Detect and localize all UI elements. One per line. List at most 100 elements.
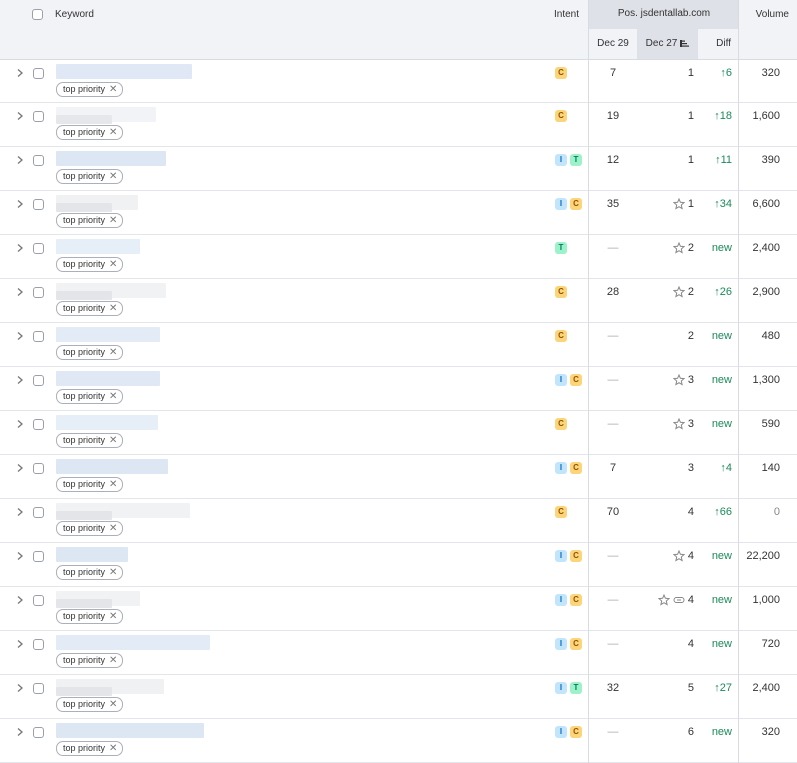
row-checkbox[interactable]	[33, 155, 44, 166]
keyword-redacted[interactable]	[56, 599, 112, 608]
expand-chevron-icon[interactable]	[16, 419, 24, 429]
intent-badge-i: I	[555, 374, 567, 386]
column-volume[interactable]: Volume	[739, 9, 789, 20]
position-dec27: 6	[687, 726, 694, 738]
expand-chevron-icon[interactable]	[16, 331, 24, 341]
remove-tag-icon[interactable]: ✕	[109, 742, 117, 755]
row-checkbox[interactable]	[33, 683, 44, 694]
table-row: top priority ✕ C 19 1 ↑18 1,600	[0, 103, 797, 147]
intent-badge-c: C	[555, 506, 567, 518]
table-row: top priority ✕ C 7 1 ↑6 320	[0, 60, 797, 103]
keyword-redacted[interactable]	[56, 511, 112, 520]
intent-badge-c: C	[570, 638, 582, 650]
column-dec29[interactable]: Dec 29	[589, 29, 637, 59]
expand-chevron-icon[interactable]	[16, 507, 24, 517]
row-checkbox[interactable]	[33, 463, 44, 474]
remove-tag-icon[interactable]: ✕	[109, 346, 117, 359]
row-checkbox[interactable]	[33, 375, 44, 386]
row-checkbox[interactable]	[33, 595, 44, 606]
remove-tag-icon[interactable]: ✕	[109, 434, 117, 447]
expand-chevron-icon[interactable]	[16, 551, 24, 561]
intent-badges: IC	[555, 638, 582, 650]
expand-chevron-icon[interactable]	[16, 727, 24, 737]
position-dec29: 70	[606, 506, 620, 518]
row-checkbox[interactable]	[33, 507, 44, 518]
row-checkbox[interactable]	[33, 727, 44, 738]
position-dec27: 5	[687, 682, 694, 694]
expand-chevron-icon[interactable]	[16, 243, 24, 253]
row-checkbox[interactable]	[33, 68, 44, 79]
row-checkbox[interactable]	[33, 287, 44, 298]
position-diff: ↑4	[720, 462, 732, 474]
search-volume: 1,000	[752, 594, 780, 606]
column-intent[interactable]: Intent	[554, 9, 579, 20]
keyword-redacted[interactable]	[56, 415, 158, 430]
keyword-redacted[interactable]	[56, 151, 166, 166]
keyword-redacted[interactable]	[56, 459, 168, 474]
tag-chip: top priority ✕	[56, 653, 124, 668]
select-all-checkbox[interactable]	[32, 9, 43, 20]
position-diff: ↑27	[714, 682, 732, 694]
keyword-redacted[interactable]	[56, 635, 210, 650]
column-divider	[738, 0, 739, 763]
row-checkbox[interactable]	[33, 419, 44, 430]
remove-tag-icon[interactable]: ✕	[109, 258, 117, 271]
table-row: top priority ✕ C 70 4 ↑66 0	[0, 499, 797, 543]
intent-badge-c: C	[570, 594, 582, 606]
keyword-redacted[interactable]	[56, 723, 204, 738]
remove-tag-icon[interactable]: ✕	[109, 126, 117, 139]
expand-chevron-icon[interactable]	[16, 463, 24, 473]
table-row: top priority ✕ C 28 2 ↑26 2,900	[0, 279, 797, 323]
expand-chevron-icon[interactable]	[16, 595, 24, 605]
intent-badge-t: T	[570, 682, 582, 694]
row-checkbox[interactable]	[33, 639, 44, 650]
keyword-redacted[interactable]	[56, 203, 112, 212]
remove-tag-icon[interactable]: ✕	[109, 654, 117, 667]
expand-chevron-icon[interactable]	[16, 375, 24, 385]
row-checkbox[interactable]	[33, 243, 44, 254]
remove-tag-icon[interactable]: ✕	[109, 214, 117, 227]
keyword-redacted[interactable]	[56, 327, 160, 342]
remove-tag-icon[interactable]: ✕	[109, 478, 117, 491]
row-checkbox[interactable]	[33, 331, 44, 342]
expand-chevron-icon[interactable]	[16, 68, 24, 78]
keyword-redacted[interactable]	[56, 64, 192, 79]
tag-label: top priority	[63, 84, 106, 94]
expand-chevron-icon[interactable]	[16, 639, 24, 649]
tag-label: top priority	[63, 215, 106, 225]
keyword-redacted[interactable]	[56, 291, 112, 300]
row-checkbox[interactable]	[33, 111, 44, 122]
intent-badge-c: C	[570, 198, 582, 210]
expand-chevron-icon[interactable]	[16, 683, 24, 693]
expand-chevron-icon[interactable]	[16, 199, 24, 209]
intent-badge-c: C	[555, 418, 567, 430]
row-checkbox[interactable]	[33, 199, 44, 210]
position-dec29: —	[607, 418, 619, 430]
expand-chevron-icon[interactable]	[16, 287, 24, 297]
remove-tag-icon[interactable]: ✕	[109, 302, 117, 315]
remove-tag-icon[interactable]: ✕	[109, 566, 117, 579]
expand-chevron-icon[interactable]	[16, 111, 24, 121]
column-keyword[interactable]: Keyword	[55, 9, 94, 20]
remove-tag-icon[interactable]: ✕	[109, 83, 117, 96]
position-dec27: 2	[637, 286, 694, 298]
keyword-redacted[interactable]	[56, 547, 128, 562]
keyword-redacted[interactable]	[56, 239, 140, 254]
position-diff: new	[711, 330, 732, 342]
remove-tag-icon[interactable]: ✕	[109, 610, 117, 623]
position-dec29: —	[607, 638, 619, 650]
column-dec27[interactable]: Dec 27	[637, 29, 698, 59]
remove-tag-icon[interactable]: ✕	[109, 522, 117, 535]
remove-tag-icon[interactable]: ✕	[109, 170, 117, 183]
column-diff[interactable]: Diff	[698, 29, 739, 59]
position-dec27: 3	[687, 462, 694, 474]
expand-chevron-icon[interactable]	[16, 155, 24, 165]
table-row: top priority ✕ C — 3 new 590	[0, 411, 797, 455]
keyword-redacted[interactable]	[56, 115, 112, 124]
keyword-redacted[interactable]	[56, 371, 160, 386]
keyword-redacted[interactable]	[56, 687, 112, 696]
remove-tag-icon[interactable]: ✕	[109, 698, 117, 711]
remove-tag-icon[interactable]: ✕	[109, 390, 117, 403]
row-checkbox[interactable]	[33, 551, 44, 562]
intent-badges: IT	[555, 154, 582, 166]
